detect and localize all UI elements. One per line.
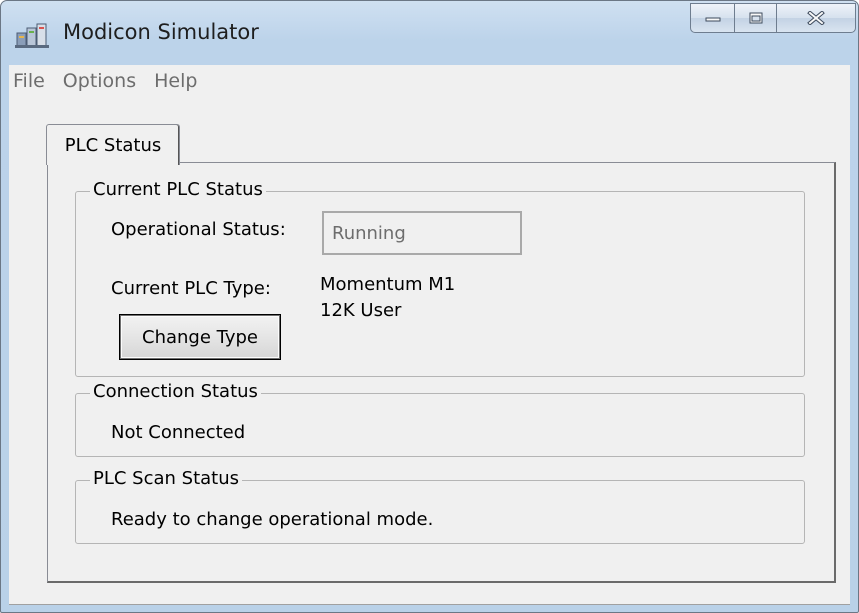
maximize-icon xyxy=(749,12,762,24)
tab-panel-plc-status: Current PLC Status Operational Status: R… xyxy=(47,162,836,583)
menu-file[interactable]: File xyxy=(9,70,59,92)
group-title: Current PLC Status xyxy=(90,179,266,200)
plc-type-label: Current PLC Type: xyxy=(111,278,271,299)
operational-status-label: Operational Status: xyxy=(111,219,286,240)
operational-status-field[interactable]: Running xyxy=(322,211,522,255)
current-plc-status-group: Current PLC Status Operational Status: R… xyxy=(75,179,805,377)
menu-bar: File Options Help xyxy=(9,65,850,97)
plc-type-value: Momentum M1 xyxy=(320,274,456,295)
plc-memory-value: 12K User xyxy=(320,300,402,321)
tab-plc-status[interactable]: PLC Status xyxy=(46,124,180,165)
minimize-icon xyxy=(705,17,720,22)
maximize-button[interactable] xyxy=(734,3,776,33)
group-title: PLC Scan Status xyxy=(90,468,243,489)
window-title: Modicon Simulator xyxy=(63,20,259,44)
tab-label: PLC Status xyxy=(64,134,162,156)
close-button[interactable] xyxy=(776,3,856,33)
close-icon xyxy=(807,11,825,25)
client-area: PLC Status Current PLC Status Operationa… xyxy=(9,97,850,605)
minimize-button[interactable] xyxy=(690,3,734,33)
caption-buttons xyxy=(690,3,856,33)
title-bar[interactable]: Modicon Simulator xyxy=(1,1,858,63)
change-type-button[interactable]: Change Type xyxy=(119,314,281,360)
group-title: Connection Status xyxy=(90,381,261,402)
app-window: Modicon Simulator File Options Help PLC … xyxy=(0,0,859,613)
menu-help[interactable]: Help xyxy=(150,70,211,92)
connection-status-group: Connection Status Not Connected xyxy=(75,381,805,457)
menu-options[interactable]: Options xyxy=(59,70,150,92)
connection-status-value: Not Connected xyxy=(111,422,246,443)
plc-scan-status-group: PLC Scan Status Ready to change operatio… xyxy=(75,468,805,544)
scan-status-value: Ready to change operational mode. xyxy=(111,509,434,530)
plc-simulator-app-icon xyxy=(15,19,49,49)
